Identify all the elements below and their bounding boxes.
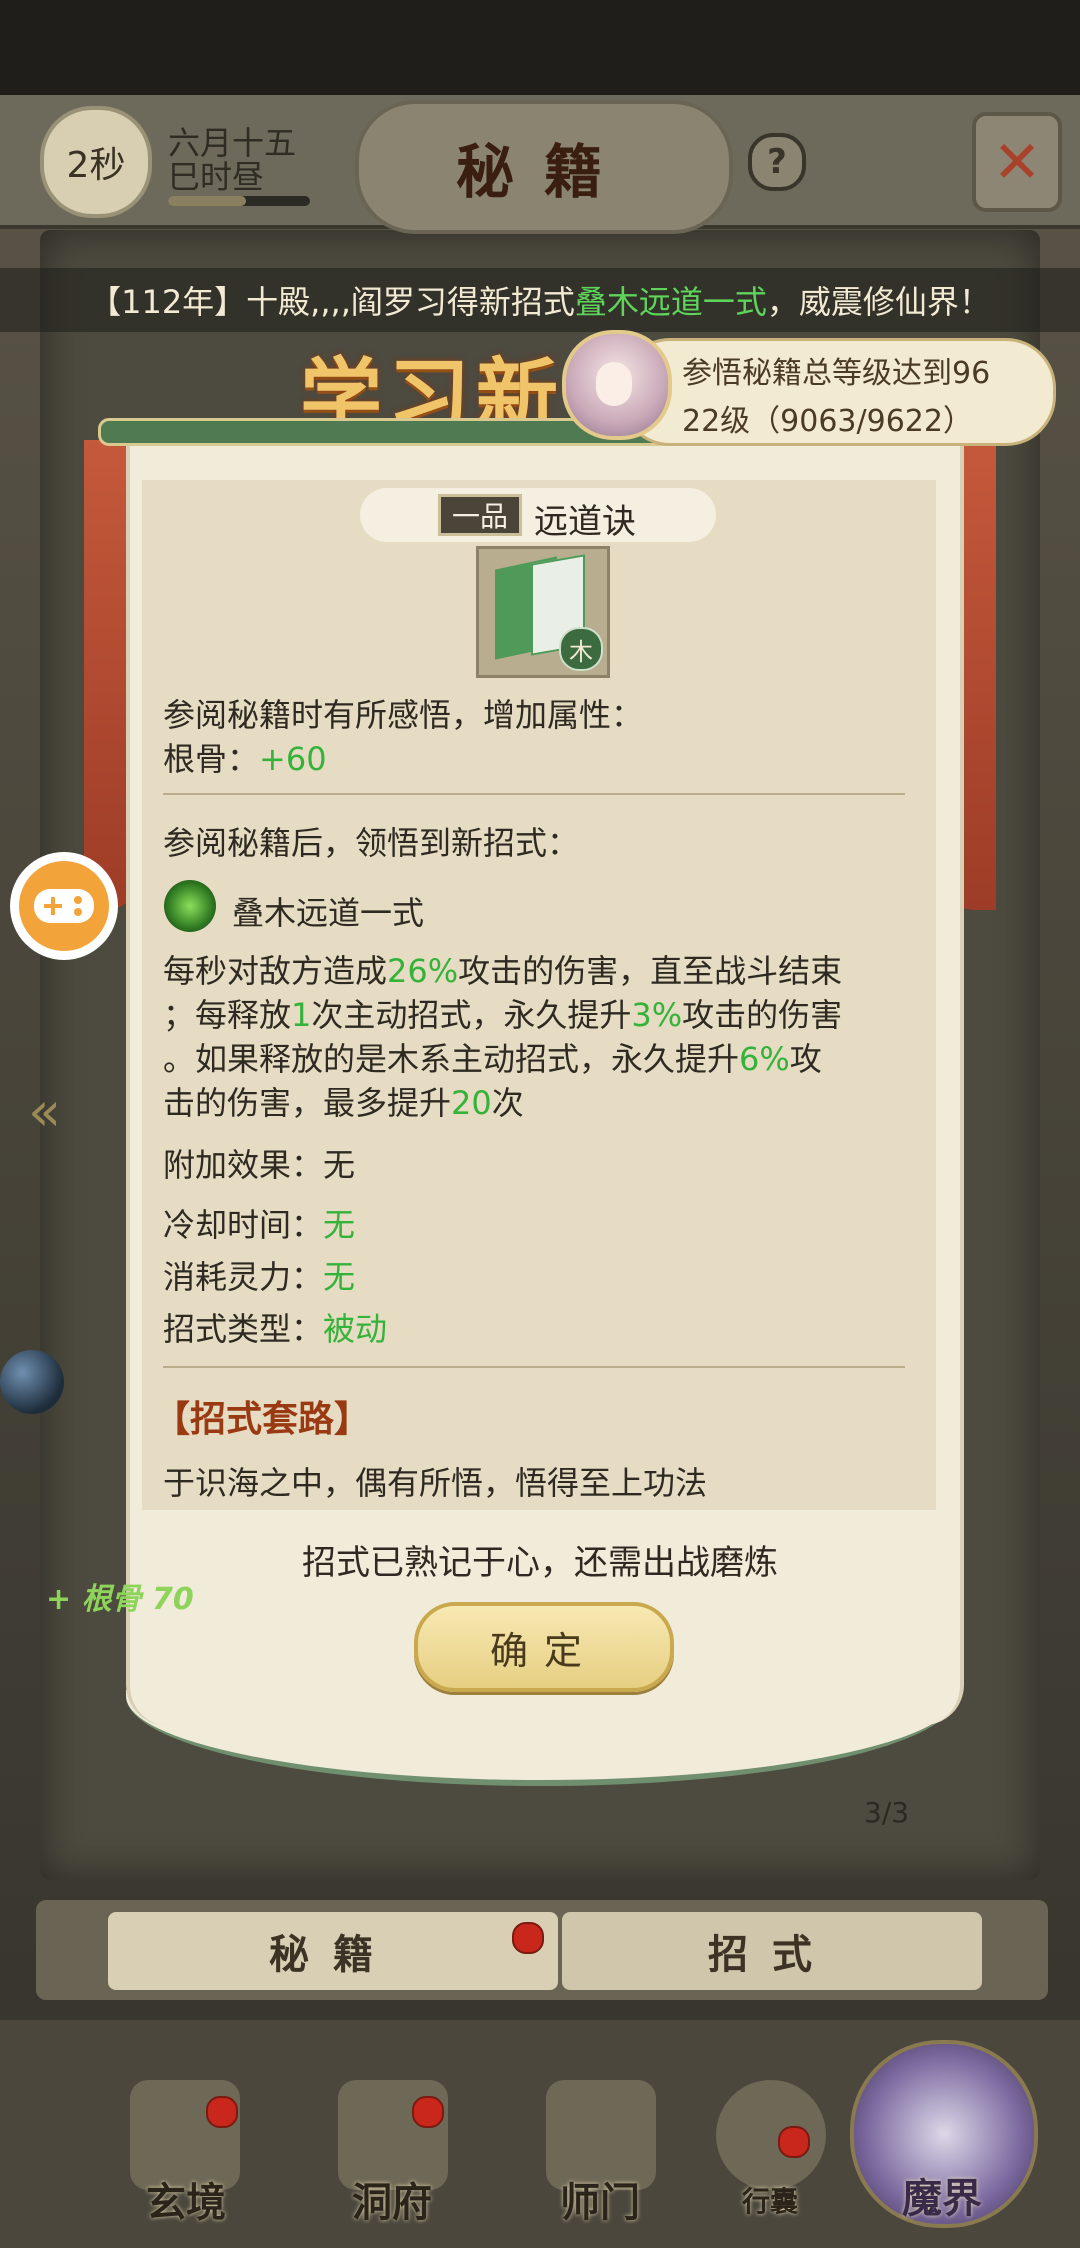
skill-desc-line-1: 每秒对敌方造成26%攻击的伤害，直至战斗结束 xyxy=(163,946,842,992)
notification-dot xyxy=(412,2096,444,2128)
ticker-suffix: ，威震修仙界！ xyxy=(766,283,991,321)
extra-effect-row: 附加效果：无 xyxy=(163,1140,355,1186)
desc-value: 1 xyxy=(291,996,312,1034)
skill-desc-line-4: 击的伤害，最多提升20次 xyxy=(163,1078,524,1124)
question-icon: ? xyxy=(767,142,787,182)
desc-text: 次主动招式，永久提升 xyxy=(311,996,632,1034)
desc-text: 次 xyxy=(491,1084,524,1122)
routine-title: 【招式套路】 xyxy=(154,1398,371,1440)
cooldown-value: 无 xyxy=(323,1206,356,1244)
close-button[interactable]: ✕ xyxy=(972,112,1062,212)
day-progress-bar xyxy=(168,196,310,206)
nav-label-xingnang[interactable]: 行囊 xyxy=(690,2180,850,2220)
title-plaque: 秘籍 xyxy=(355,100,733,234)
skill-desc-line-2: ；每释放1次主动招式，永久提升3%攻击的伤害 xyxy=(163,990,842,1036)
confirm-button[interactable]: 确定 xyxy=(414,1602,674,1692)
attribute-label: 根骨： xyxy=(163,740,260,778)
cost-value: 无 xyxy=(323,1258,356,1296)
cooldown-label: 冷却时间： xyxy=(163,1206,324,1244)
tab-moves[interactable]: 招式 xyxy=(562,1912,982,1990)
skill-icon xyxy=(164,880,216,932)
collapse-arrow-icon[interactable]: « xyxy=(28,1080,102,1143)
extra-effect-label: 附加效果： xyxy=(163,1146,324,1184)
type-row: 招式类型：被动 xyxy=(163,1304,387,1350)
insight-intro: 参阅秘籍时有所感悟，增加属性： xyxy=(163,696,644,734)
divider xyxy=(163,793,905,795)
desc-text: ；每释放 xyxy=(163,996,292,1034)
nav-label-xuanjing[interactable]: 玄境 xyxy=(106,2170,266,2228)
tab-label: 招式 xyxy=(708,1931,836,1978)
grade-badge: 一品 xyxy=(438,494,522,536)
cooldown-row: 冷却时间：无 xyxy=(163,1200,355,1246)
extra-effect-value: 无 xyxy=(323,1146,356,1184)
character-avatar xyxy=(562,330,672,440)
desc-value: 26% xyxy=(387,952,459,990)
book-name: 远道诀 xyxy=(534,502,636,542)
close-icon: ✕ xyxy=(992,128,1042,196)
skill-name: 叠木远道一式 xyxy=(232,894,425,932)
desc-text: 击的伤害，最多提升 xyxy=(163,1084,452,1122)
desc-text: 攻 xyxy=(789,1040,822,1078)
desc-text: 每秒对敌方造成 xyxy=(163,952,388,990)
desc-value: 3% xyxy=(631,996,683,1034)
nav-label-dongfu[interactable]: 洞府 xyxy=(312,2170,472,2228)
news-ticker: 【112年】十殿,,,,阎罗习得新招式 叠木远道一式 ，威震修仙界！ xyxy=(0,268,1080,332)
time-text: 巳时昼 xyxy=(168,158,265,196)
top-status-area xyxy=(0,0,1080,95)
gamepad-icon xyxy=(19,861,109,951)
cost-row: 消耗灵力：无 xyxy=(163,1252,355,1298)
requirement-line-1: 参悟秘籍总等级达到96 xyxy=(682,356,991,391)
desc-value: 6% xyxy=(739,1040,790,1078)
ticker-prefix: 【112年】十殿,,,,阎罗习得新招式 xyxy=(89,283,575,321)
avatar-face xyxy=(596,362,632,406)
page-title: 秘籍 xyxy=(455,138,632,206)
ticker-highlight: 叠木远道一式 xyxy=(574,283,767,321)
desc-text: 。如果释放的是木系主动招式，永久提升 xyxy=(163,1040,740,1078)
desc-text: 攻击的伤害，直至战斗结束 xyxy=(458,952,843,990)
requirement-line-2: 22级（9063/9622） xyxy=(682,404,973,439)
book-icon: 木 xyxy=(476,546,610,678)
timer-text: 2秒 xyxy=(66,145,126,186)
timer-badge: 2秒 xyxy=(40,106,152,218)
help-button[interactable]: ? xyxy=(748,133,806,191)
tab-secret-books[interactable]: 秘籍 xyxy=(108,1912,558,1990)
cost-label: 消耗灵力： xyxy=(163,1258,324,1296)
nav-icon-xingnang[interactable] xyxy=(716,2080,826,2190)
attribute-value: +60 xyxy=(259,740,327,778)
notification-dot xyxy=(206,2096,238,2128)
notification-dot xyxy=(778,2126,810,2158)
gain-notification: + 根骨 70 xyxy=(46,1582,194,1617)
day-progress-fill xyxy=(168,196,247,206)
learn-intro: 参阅秘籍后，领悟到新招式： xyxy=(163,824,580,862)
element-badge: 木 xyxy=(559,627,603,671)
gamepad-button[interactable] xyxy=(10,852,118,960)
confirm-label: 确定 xyxy=(489,1628,598,1673)
routine-text: 于识海之中，偶有所悟，悟得至上功法 xyxy=(163,1464,708,1502)
notification-dot xyxy=(512,1922,544,1954)
orb-icon xyxy=(0,1350,64,1414)
attribute-row: 根骨：+60 xyxy=(163,734,327,780)
type-label: 招式类型： xyxy=(163,1310,324,1348)
page-counter: 3/3 xyxy=(864,1796,910,1829)
type-value: 被动 xyxy=(323,1310,388,1348)
nav-label-mojie[interactable]: 魔界 xyxy=(862,2166,1022,2224)
desc-value: 20 xyxy=(451,1084,492,1122)
skill-desc-line-3: 。如果释放的是木系主动招式，永久提升6%攻 xyxy=(163,1034,822,1080)
divider xyxy=(163,1366,905,1368)
nav-label-shimen[interactable]: 师门 xyxy=(520,2170,680,2228)
tab-label: 秘籍 xyxy=(269,1931,397,1978)
desc-text: 攻击的伤害 xyxy=(682,996,843,1034)
